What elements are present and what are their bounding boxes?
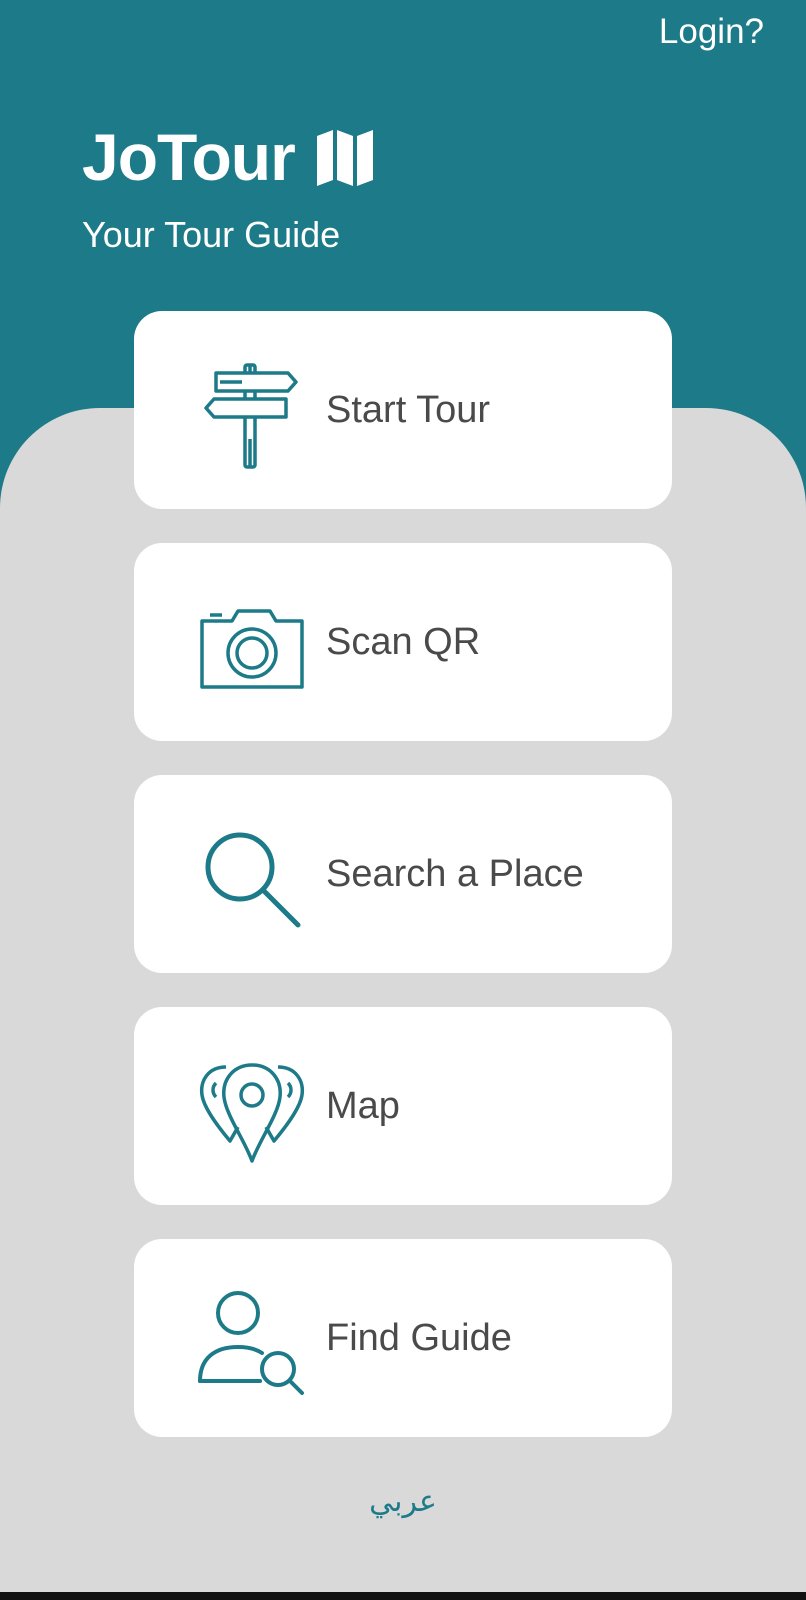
find-guide-label: Find Guide <box>326 1317 512 1359</box>
start-tour-label: Start Tour <box>326 389 491 431</box>
system-navigation-bar <box>0 1592 806 1600</box>
map-icon <box>315 126 375 188</box>
camera-icon <box>198 593 306 701</box>
language-toggle-link[interactable]: عربي <box>0 1484 806 1519</box>
map-pins-icon <box>198 1057 306 1165</box>
find-guide-button[interactable]: Find Guide <box>134 1239 672 1437</box>
map-label: Map <box>326 1085 400 1127</box>
signpost-icon <box>198 361 306 469</box>
app-brand: JoTour <box>82 124 375 190</box>
map-button[interactable]: Map <box>134 1007 672 1205</box>
app-title: JoTour <box>82 120 296 194</box>
scan-qr-button[interactable]: Scan QR <box>134 543 672 741</box>
magnifier-icon <box>198 825 306 933</box>
user-search-icon <box>198 1289 306 1397</box>
start-tour-button[interactable]: Start Tour <box>134 311 672 509</box>
search-place-button[interactable]: Search a Place <box>134 775 672 973</box>
app-subtitle: Your Tour Guide <box>82 214 341 255</box>
scan-qr-label: Scan QR <box>326 621 481 663</box>
login-link[interactable]: Login? <box>659 12 764 52</box>
main-menu: Start Tour Scan QR Search a Place Map Fi… <box>134 311 672 1471</box>
search-place-label: Search a Place <box>326 853 584 895</box>
